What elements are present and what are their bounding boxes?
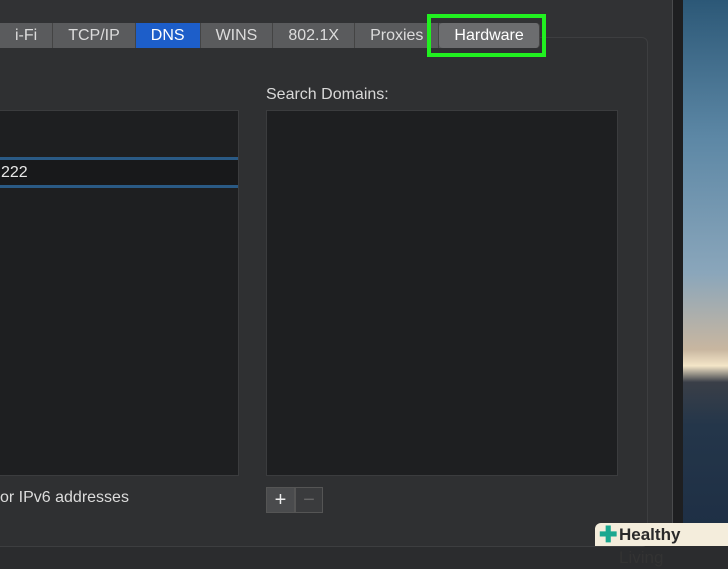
plus-logo-icon: ✚ (599, 522, 618, 547)
search-domains-list[interactable] (266, 110, 618, 476)
search-domains-label: Search Domains: (266, 86, 389, 103)
tab-tcpip[interactable]: TCP/IP (53, 23, 136, 48)
healthy-living-watermark: ✚ Healthy Living (595, 522, 728, 567)
tab-wifi[interactable]: i-Fi (0, 23, 54, 48)
hardware-tab-highlight (427, 14, 546, 57)
tab-dns[interactable]: DNS (135, 23, 201, 48)
watermark-bold: Healthy (619, 525, 681, 544)
search-domains-buttons: + − (266, 487, 323, 513)
remove-domain-button[interactable]: − (295, 487, 323, 513)
ipv6-hint: or IPv6 addresses (0, 489, 129, 506)
watermark-light: Living (619, 548, 664, 567)
window-edge (673, 0, 683, 546)
tab-wins[interactable]: WINS (201, 23, 274, 48)
tab-8021x[interactable]: 802.1X (273, 23, 356, 48)
dns-server-entry[interactable]: 222 (0, 157, 238, 188)
add-domain-button[interactable]: + (266, 487, 295, 513)
desktop-wallpaper (683, 0, 728, 546)
dns-servers-list[interactable]: 222 (0, 110, 239, 476)
network-settings-window: i-Fi TCP/IP DNS WINS 802.1X Proxies Hard… (0, 0, 673, 547)
